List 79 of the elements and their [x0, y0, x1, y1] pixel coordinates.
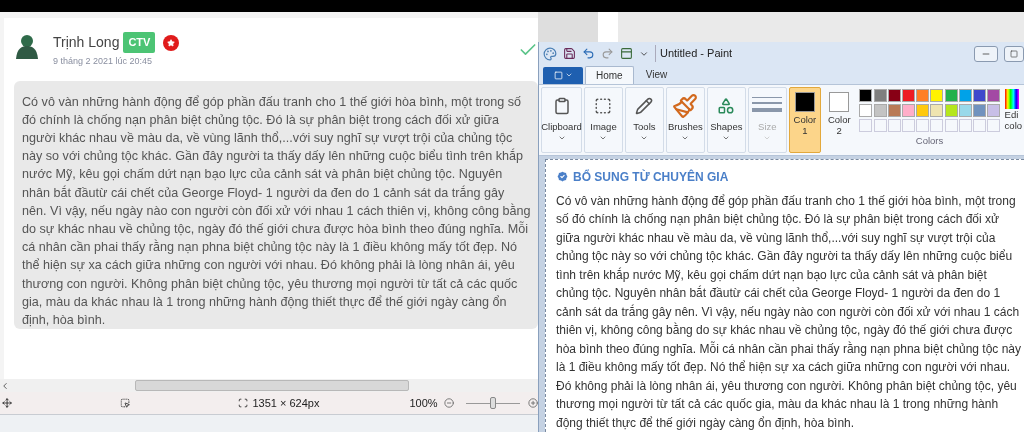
palette-swatch[interactable]	[873, 103, 887, 117]
zoom-out-icon[interactable]	[443, 397, 454, 409]
palette-swatch[interactable]	[916, 88, 930, 102]
palette-swatch[interactable]	[944, 88, 958, 102]
restore-button[interactable]	[1004, 45, 1024, 62]
colors-group-label: Colors	[915, 133, 944, 148]
ribbon-group-button[interactable]: Image	[584, 86, 623, 153]
horizontal-scrollbar[interactable]	[0, 379, 538, 392]
empty-palette-swatch[interactable]	[916, 118, 930, 132]
palette-swatch[interactable]	[916, 103, 930, 117]
image-icon	[594, 96, 613, 115]
palette-swatch[interactable]	[902, 88, 916, 102]
tools-icon	[635, 96, 654, 115]
expert-answer-text: Có vô vàn những hành động để góp phần đấu tranh cho 1 thế giới hòa bình, một trong số đó chính là chống nạn phân biệt chủng tộc. Đó là sự phân biệt trong cách đối xử giữa người khác nhau về màu da, về vùng lãnh thổ,...với suy nghĩ sự vượt trội của chủng tộc này so với chủng tộc khác. Gần đây người ta thấy dấy lên những cuộc biểu tình trên khắp nước Mỹ, kêu gọi chấm dứt nạn bạo lực của cảnh sát và phân biệt chủng tộc. Nguyên nhân bắt đầutừ cái chết của George Floyd- 1 người da đen do 1 cảnh sát da trắng gây nên. Vì vậy, nếu ngày nào con người còn đối xử với nhau 1 cách thiên vị, không công bằng do sự khác nhau về chủng tộc, ngày đó thế giới chưa được hòa bình theo đúng nghĩa. Mỗi cá nhân cần phai thấy rằng nạn phna biệt chủng tộc này là 1 điều không mấy tốt đẹp. Nó thể hiện sự xa cách giữa những con người với nhau. Đó không phải là lòng nhân ái, yêu thương con người. Không phân biệt chủng tộc, yêu thương mọi người từ tất cả các quốc gia, màu da khác nhau là 1 trong những hành động thiết thực để thế giới ngày càng ổn định, hòa bình.	[556, 192, 1022, 432]
empty-palette-swatch[interactable]	[973, 118, 987, 132]
quick-access-icon[interactable]	[620, 47, 633, 60]
scroll-left-icon[interactable]	[0, 380, 10, 391]
palette-swatch[interactable]	[887, 103, 901, 117]
empty-palette-swatch[interactable]	[958, 118, 972, 132]
palette-swatch[interactable]	[859, 103, 873, 117]
ribbon-group-button[interactable]: Brushes	[665, 86, 705, 153]
zoom-in-icon[interactable]	[527, 397, 539, 409]
undo-icon[interactable]	[582, 47, 595, 60]
empty-palette-swatch[interactable]	[987, 118, 1001, 132]
empty-palette-swatch[interactable]	[930, 118, 944, 132]
restore-icon	[1010, 49, 1018, 58]
save-icon[interactable]	[563, 47, 576, 60]
palette-swatch[interactable]	[930, 103, 944, 117]
minimize-button[interactable]	[974, 45, 998, 62]
zoom-slider-thumb[interactable]	[489, 397, 496, 409]
palette-swatch[interactable]	[987, 88, 1001, 102]
caret-icon	[564, 71, 573, 79]
empty-palette-swatch[interactable]	[944, 118, 958, 132]
palette-swatch[interactable]	[973, 103, 987, 117]
canvas-size-label: 1351 × 624px	[252, 395, 320, 411]
ribbon-group-button[interactable]: Shapes	[706, 86, 746, 153]
empty-palette-swatch[interactable]	[902, 118, 916, 132]
empty-palette-swatch[interactable]	[859, 118, 873, 132]
empty-palette-swatch[interactable]	[887, 118, 901, 132]
brushes-icon	[672, 92, 699, 119]
paint-app-icon	[543, 46, 557, 61]
file-menu-button[interactable]	[543, 66, 583, 84]
clipboard-icon	[552, 96, 571, 115]
comment-text: Có vô vàn những hành động để góp phần đấu tranh cho 1 thế giới hòa bình, một trong số đó chính là chống nạn phân biệt chủng tộc. Đó là sự phân biệt trong cách đối xử giữa người khác nhau về màu da, về vùng lãnh thổ,...với suy nghĩ sự vượt trội của chủng tộc này so với chủng tộc khác. Gần đây người ta thấy dấy lên những cuộc biểu tình trên khắp nước Mỹ, kêu gọi chấm dứt nạn bạo lực của cảnh sát và phân biệt chủng tộc. Nguyên nhân bắt đầutừ cái chết của George Floyd- 1 người da đen do 1 cảnh sát da trắng gây nên. Vì vậy, nếu ngày nào con người còn đối xử với nhau 1 cách thiên vị, không công bằng do sự khác nhau về chủng tộc, ngày đó thế giới chưa được hòa bình theo đúng nghĩa. Mỗi cá nhân cần phai thấy rằng nạn phna biệt chủng tộc này là 1 điều không mấy tốt đẹp. Nó thể hiện sự xa cách giữa những con người với nhau. Đó không phải là lòng nhân ái, yêu thương con người. Không phân biệt chủng tộc, yêu thương mọi người từ tất cả các quốc gia, màu da khác nhau là 1 trong những hành động thiết thực để thế giới ngày càng ổn định, hòa bình.	[22, 93, 532, 329]
ribbon-group-button[interactable]: Tools	[624, 86, 664, 153]
move-icon	[2, 397, 13, 409]
empty-palette-swatch[interactable]	[873, 118, 887, 132]
star-badge-icon	[163, 34, 180, 51]
ribbon-tab[interactable]: View	[635, 65, 678, 84]
palette-swatch[interactable]	[958, 103, 972, 117]
palette-swatch[interactable]	[958, 88, 972, 102]
window-title: Untitled - Paint	[655, 45, 733, 62]
ribbon-group-button[interactable]: Clipboard	[541, 86, 582, 153]
edit-colors-button[interactable]: Edi colo	[1004, 86, 1023, 153]
scrollbar-thumb[interactable]	[135, 380, 409, 391]
palette-swatch[interactable]	[944, 103, 958, 117]
palette-swatch[interactable]	[973, 88, 987, 102]
zoom-slider[interactable]	[465, 397, 520, 409]
palette-swatch[interactable]	[987, 103, 1001, 117]
palette-swatch[interactable]	[859, 88, 873, 102]
verified-badge-icon	[556, 170, 569, 183]
role-badge: CTV	[123, 32, 156, 53]
palette-swatch[interactable]	[873, 88, 887, 102]
color-slot-button[interactable]: Color 2	[823, 86, 856, 153]
palette-swatch[interactable]	[887, 88, 901, 102]
palette-swatch[interactable]	[930, 88, 944, 102]
ribbon-tab[interactable]: Home	[585, 65, 634, 84]
expert-heading: BỔ SUNG TỪ CHUYÊN GIA	[573, 168, 729, 186]
canvas-size-icon	[238, 397, 249, 409]
palette-swatch[interactable]	[902, 103, 916, 117]
zoom-label: 100%	[409, 395, 438, 411]
menu-icon	[553, 70, 563, 80]
shapes-icon	[717, 96, 736, 115]
redo-icon[interactable]	[601, 47, 614, 60]
author-name[interactable]: Trịnh Long	[53, 32, 120, 53]
avatar-silhouette	[14, 33, 40, 59]
comment-timestamp: 9 tháng 2 2021 lúc 20:45	[53, 55, 154, 68]
color-slot-button[interactable]: Color 1	[788, 86, 822, 153]
selection-size-icon	[120, 397, 131, 409]
